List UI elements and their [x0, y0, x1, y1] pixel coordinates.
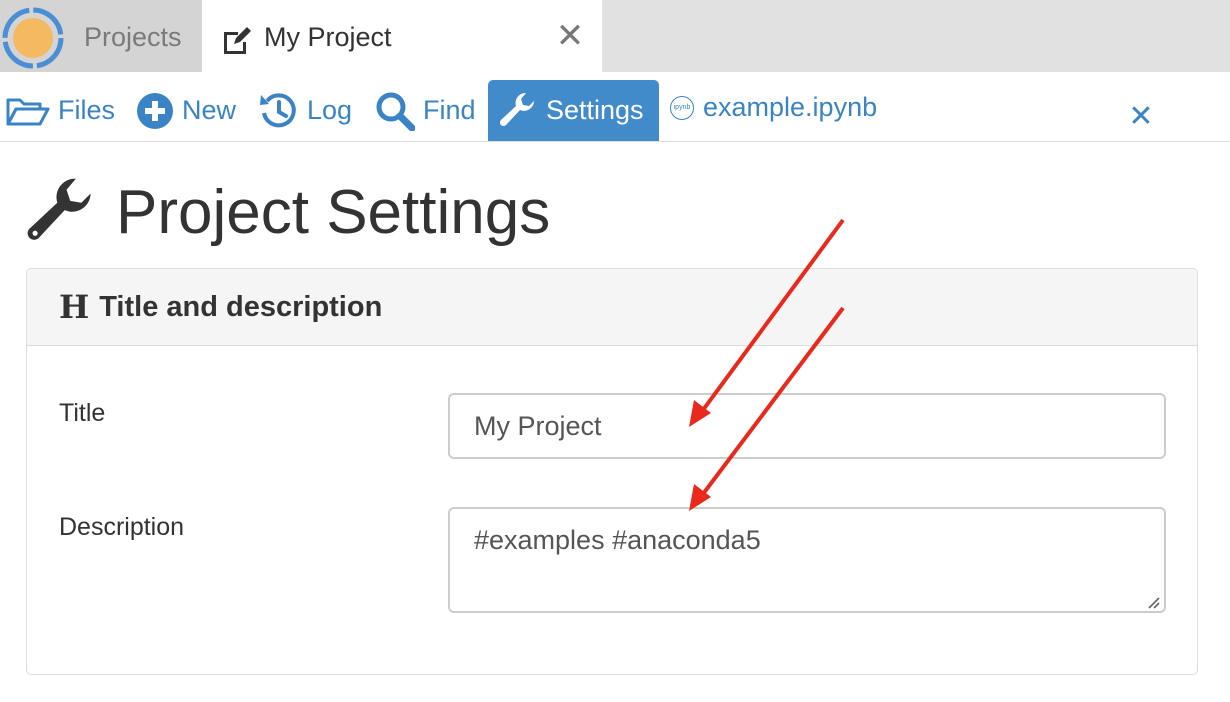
- panel-heading-text: Title and description: [99, 290, 383, 323]
- nav-files[interactable]: Files: [6, 80, 115, 141]
- logo-icon: [2, 7, 64, 69]
- description-label: Description: [59, 513, 185, 541]
- folder-open-icon: [6, 98, 50, 125]
- ipynb-icon: ipynb: [670, 95, 694, 120]
- nav-find-label: Find: [423, 95, 476, 125]
- nav-log-label: Log: [307, 95, 353, 125]
- nav-file-label: example.ipynb: [703, 92, 878, 122]
- nav-find[interactable]: Find: [375, 80, 476, 141]
- project-nav-bar: Files New Log Find Settings ipynb exampl…: [0, 72, 1230, 142]
- title-description-panel: H Title and description Title Descriptio…: [26, 268, 1198, 675]
- title-input[interactable]: [448, 393, 1166, 459]
- panel-heading: H Title and description: [27, 269, 1197, 346]
- nav-new[interactable]: New: [136, 80, 236, 141]
- nav-log[interactable]: Log: [259, 80, 352, 141]
- search-icon: [376, 92, 415, 131]
- page-heading: Project Settings: [24, 172, 550, 252]
- nav-file-example-ipynb[interactable]: ipynb example.ipynb: [670, 77, 877, 138]
- tab-my-project-label: My Project: [264, 22, 392, 52]
- nav-settings-label: Settings: [546, 95, 644, 125]
- top-tab-bar: Projects My Project ✕: [0, 0, 1230, 72]
- nav-files-label: Files: [58, 95, 116, 125]
- history-icon: [260, 92, 296, 127]
- wrench-icon: [499, 92, 534, 126]
- nav-settings[interactable]: Settings: [488, 80, 659, 141]
- tab-projects[interactable]: Projects: [0, 0, 202, 72]
- wrench-icon: [27, 178, 91, 240]
- edit-icon: [224, 27, 251, 54]
- tab-my-project[interactable]: My Project ✕: [202, 0, 602, 72]
- title-label: Title: [59, 399, 106, 427]
- description-textarea[interactable]: #examples #anaconda5: [448, 507, 1166, 613]
- close-file-icon[interactable]: ✕: [1126, 102, 1156, 132]
- header-icon: H: [59, 288, 90, 326]
- nav-new-label: New: [182, 95, 237, 125]
- page-title: Project Settings: [116, 177, 551, 247]
- resize-grip-icon[interactable]: [1144, 593, 1160, 609]
- plus-circle-icon: [137, 92, 173, 129]
- close-icon[interactable]: ✕: [554, 19, 586, 53]
- tab-projects-label: Projects: [84, 22, 182, 52]
